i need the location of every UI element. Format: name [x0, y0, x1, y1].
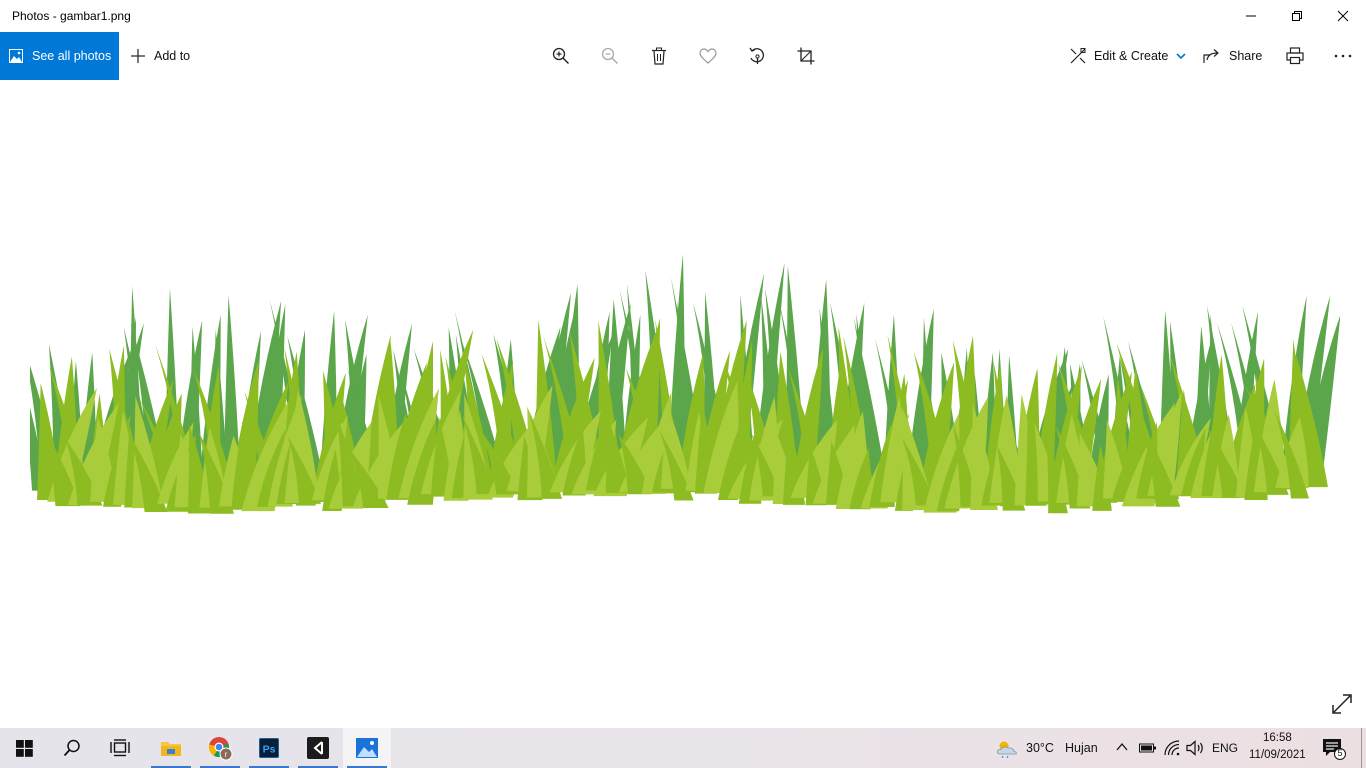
crop-button[interactable] — [794, 44, 818, 68]
minimize-icon — [1246, 15, 1256, 17]
show-desktop-button[interactable] — [1361, 728, 1362, 768]
more-options-button[interactable] — [1331, 44, 1355, 68]
more-icon — [1334, 54, 1352, 58]
photoshop-button[interactable]: Ps — [245, 728, 293, 768]
start-button[interactable] — [0, 728, 48, 768]
photos-icon — [9, 49, 23, 63]
svg-text:r: r — [225, 750, 228, 759]
volume-icon[interactable] — [1186, 740, 1206, 761]
weather-temperature[interactable]: 30°C — [1026, 741, 1054, 755]
add-to-button[interactable]: Add to — [130, 32, 190, 80]
plus-icon — [131, 49, 145, 63]
expand-icon — [1332, 694, 1352, 714]
weather-icon[interactable] — [995, 738, 1019, 763]
toolbar: See all photos Add to Edit & Create Shar… — [0, 32, 1366, 80]
windows-icon — [15, 739, 33, 757]
grass-illustration — [30, 255, 1340, 514]
clock-date[interactable]: 11/09/2021 — [1249, 749, 1306, 761]
see-all-photos-button[interactable]: See all photos — [0, 32, 119, 80]
delete-button[interactable] — [647, 44, 671, 68]
search-button[interactable] — [48, 728, 96, 768]
crop-icon — [797, 47, 815, 65]
rotate-button[interactable] — [745, 44, 769, 68]
photos-app-button[interactable] — [343, 728, 391, 768]
zoom-out-button[interactable] — [598, 44, 622, 68]
svg-text:Ps: Ps — [263, 744, 276, 756]
rotate-icon — [749, 47, 764, 64]
edit-create-icon — [1070, 48, 1086, 64]
wifi-icon[interactable] — [1164, 740, 1182, 761]
taskbar: r Ps 30°C Hujan ENG 16:58 11/09/2021 5 — [0, 728, 1366, 768]
file-explorer-button[interactable] — [147, 728, 195, 768]
minimize-button[interactable] — [1228, 0, 1274, 32]
task-view-icon — [110, 739, 130, 757]
fullscreen-button[interactable] — [1330, 692, 1354, 716]
share-label: Share — [1229, 49, 1263, 63]
printer-icon — [1286, 47, 1304, 65]
add-to-label: Add to — [154, 49, 191, 63]
close-button[interactable] — [1320, 0, 1366, 32]
show-hidden-icons-button[interactable] — [1115, 740, 1129, 759]
chrome-button[interactable]: r — [196, 728, 244, 768]
share-icon — [1203, 49, 1219, 63]
see-all-photos-label: See all photos — [32, 49, 112, 63]
input-language[interactable]: ENG — [1212, 741, 1238, 755]
visual-studio-icon — [307, 737, 329, 759]
edit-create-label: Edit & Create — [1094, 49, 1169, 63]
task-view-button[interactable] — [96, 728, 144, 768]
close-icon — [1337, 10, 1349, 22]
edit-create-button[interactable]: Edit & Create — [1070, 32, 1186, 80]
print-button[interactable] — [1283, 44, 1307, 68]
visual-studio-button[interactable] — [294, 728, 342, 768]
heart-icon — [699, 48, 717, 64]
weather-description[interactable]: Hujan — [1065, 741, 1098, 755]
share-button[interactable]: Share — [1203, 32, 1262, 80]
action-center-button[interactable]: 5 — [1322, 738, 1346, 765]
restore-icon — [1292, 11, 1302, 21]
trash-icon — [652, 47, 666, 65]
restore-button[interactable] — [1274, 0, 1320, 32]
zoom-in-icon — [552, 47, 569, 64]
image-viewer[interactable] — [0, 80, 1366, 728]
favorite-button[interactable] — [696, 44, 720, 68]
title-bar: Photos - gambar1.png — [0, 0, 1366, 32]
zoom-in-button[interactable] — [549, 44, 573, 68]
notification-count: 5 — [1337, 748, 1343, 758]
folder-icon — [161, 742, 181, 756]
clock-time[interactable]: 16:58 — [1263, 732, 1292, 744]
chevron-down-icon — [1176, 53, 1186, 60]
battery-icon[interactable] — [1139, 741, 1157, 760]
search-icon — [63, 739, 80, 757]
photos-app-icon — [356, 738, 378, 758]
chevron-up-icon — [1116, 742, 1128, 751]
zoom-out-icon — [601, 47, 618, 64]
window-title: Photos - gambar1.png — [12, 9, 131, 23]
chrome-icon: r — [208, 737, 233, 761]
photoshop-icon: Ps — [259, 738, 279, 758]
